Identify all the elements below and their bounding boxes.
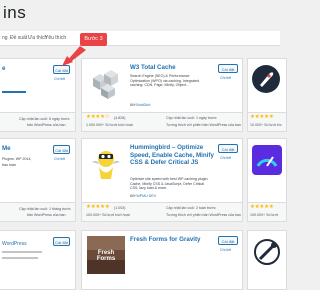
plugin-card-fresh-forms: Fresh Forms Fresh Forms for Gravity Cài … bbox=[81, 230, 243, 290]
active-installs: 100.000+ Số lượt bbox=[250, 213, 279, 217]
install-button[interactable]: Cài đặt bbox=[53, 237, 70, 246]
more-details-link[interactable]: Chi tiết bbox=[54, 77, 65, 81]
author-link[interactable]: BoldGrid bbox=[136, 103, 150, 107]
plugin-card-right-3 bbox=[247, 230, 287, 290]
filter-bar: ng Đề xuất Ưa thích Yêu thích bbox=[0, 31, 280, 46]
wrench-plugin-icon[interactable] bbox=[252, 237, 282, 267]
compatibility: bản WordPress của bạn bbox=[27, 123, 66, 127]
card-footer: ★★★★★ (1.003) 100.000+ Số lượt kích hoạt… bbox=[82, 202, 242, 221]
active-installs: 1.000.000+ Số lượt kích hoạt bbox=[86, 123, 133, 127]
plugin-description: Search Engine (SEO) & Performance Optimi… bbox=[130, 74, 200, 88]
last-updated: Cập nhật lần cuối: 1 ngày trước bbox=[166, 116, 217, 120]
desc-placeholder bbox=[2, 257, 38, 259]
last-updated: Cập nhật lần cuối: 6 ngày trước bbox=[19, 117, 70, 121]
brand-text: WordPress bbox=[2, 241, 27, 247]
more-details-link[interactable]: Chi tiết bbox=[220, 76, 231, 80]
plugin-title[interactable]: Fresh Forms for Gravity bbox=[130, 236, 214, 244]
card-footer: ★★★★☆ (4.826) 1.000.000+ Số lượt kích ho… bbox=[82, 112, 242, 131]
compatibility: Tương thích với phiên bản WordPress của … bbox=[166, 123, 241, 127]
plugin-card-right-2: ★★★★★ 100.000+ Số lượt bbox=[247, 138, 287, 222]
plugin-card-right-1: ★★★★★ 10.000+ Số lượt kíc bbox=[247, 58, 287, 132]
hummingbird-plugin-icon[interactable] bbox=[87, 144, 125, 182]
plugin-desc-line2: bao toàn bbox=[2, 163, 16, 167]
page-title: ins bbox=[3, 3, 27, 22]
plugin-card-left-2: Me Cài đặt Chi tiết Plugins. WP 2014, ba… bbox=[0, 138, 76, 222]
compatibility: bản WordPress của bạn bbox=[27, 213, 66, 217]
plugin-title[interactable]: Me bbox=[2, 145, 11, 153]
w3-plugin-icon[interactable] bbox=[87, 64, 123, 100]
rating-count: (1.003) bbox=[114, 206, 126, 210]
plugin-title[interactable]: W3 Total Cache bbox=[130, 64, 200, 72]
rating-count: (4.826) bbox=[114, 116, 126, 120]
author-line: Bởi WPMU DEV bbox=[130, 194, 156, 198]
install-button[interactable]: Cài đặt bbox=[218, 144, 238, 153]
filter-tab-featured[interactable]: Đề xuất bbox=[10, 35, 27, 41]
install-button[interactable]: Cài đặt bbox=[53, 145, 70, 154]
author-by: Bởi bbox=[130, 103, 136, 107]
desc-placeholder bbox=[2, 251, 42, 253]
fresh-forms-icon-text: Fresh Forms bbox=[96, 250, 116, 262]
rocket-plugin-icon[interactable] bbox=[252, 65, 280, 93]
plugin-card-hummingbird: Hummingbird – Optimize Speed, Enable Cac… bbox=[81, 138, 243, 222]
plugin-title[interactable]: Hummingbird – Optimize Speed, Enable Cac… bbox=[130, 144, 214, 167]
compatibility: Tương thích với phiên bản WordPress của … bbox=[166, 213, 241, 217]
install-button[interactable]: Cài đặt bbox=[218, 236, 238, 245]
last-updated: Cập nhật lần cuối: 2 tuần trước bbox=[166, 206, 216, 210]
card-footer: ★★★★★ 100.000+ Số lượt bbox=[248, 202, 286, 221]
rating-stars: ★★★★☆ bbox=[86, 114, 110, 120]
last-updated: Cập nhật lần cuối: 1 tháng trước bbox=[19, 207, 71, 211]
card-footer: Cập nhật lần cuối: 6 ngày trước bản Word… bbox=[0, 112, 75, 131]
rating-stars: ★★★★★ bbox=[250, 114, 274, 120]
author-link[interactable] bbox=[2, 91, 26, 93]
page-header: ins bbox=[0, 0, 280, 32]
more-details-link[interactable]: Chi tiết bbox=[54, 157, 65, 161]
plugin-card-w3-total-cache: W3 Total Cache Cài đặt Chi tiết Search E… bbox=[81, 58, 243, 132]
author-link[interactable]: WPMU DEV bbox=[136, 194, 156, 198]
plugin-card-left-3: WordPress Cài đặt bbox=[0, 230, 76, 290]
more-details-link[interactable]: Chi tiết bbox=[220, 248, 231, 252]
filter-tab-0[interactable]: ng bbox=[2, 35, 8, 41]
card-footer: Cập nhật lần cuối: 1 tháng trước bản Wor… bbox=[0, 202, 75, 221]
author-line: Bởi BoldGrid bbox=[130, 103, 150, 107]
card-footer: ★★★★★ 10.000+ Số lượt kíc bbox=[248, 112, 286, 131]
plugin-description: Optimize site speed with best WP caching… bbox=[130, 177, 209, 191]
speed-gauge-plugin-icon[interactable] bbox=[252, 145, 282, 175]
install-button[interactable]: Cài đặt bbox=[218, 64, 238, 73]
plugin-desc-line1: Plugins. WP 2014, bbox=[2, 157, 32, 161]
rating-stars: ★★★★★ bbox=[250, 204, 274, 210]
plugin-title[interactable]: e bbox=[2, 65, 5, 73]
step-callout: Bước 3 bbox=[80, 33, 107, 46]
more-details-link[interactable]: Chi tiết bbox=[220, 156, 231, 160]
rating-stars: ★★★★★ bbox=[86, 204, 110, 210]
active-installs: 10.000+ Số lượt kíc bbox=[250, 123, 282, 127]
author-by: Bởi bbox=[130, 194, 136, 198]
active-installs: 100.000+ Số lượt kích hoạt bbox=[86, 213, 130, 217]
